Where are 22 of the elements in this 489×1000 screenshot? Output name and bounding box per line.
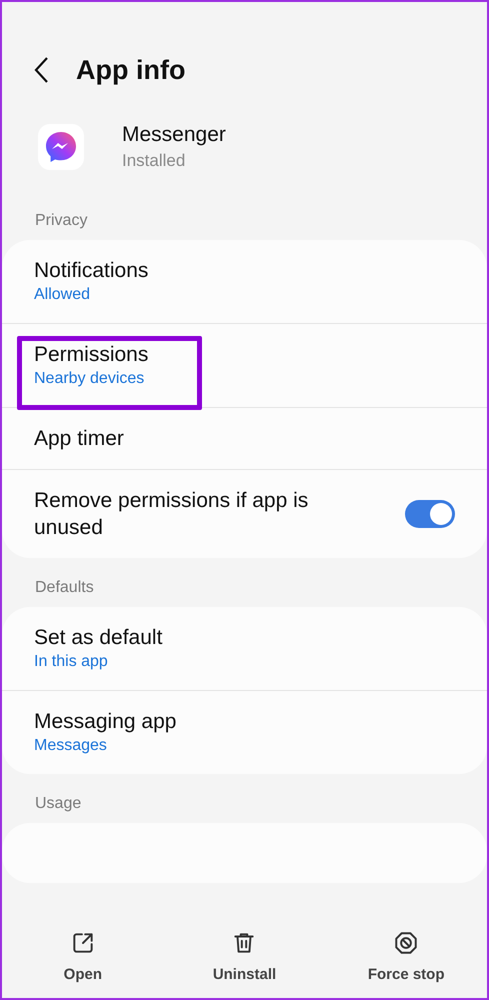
- app-name: Messenger: [122, 122, 226, 148]
- setting-title[interactable]: Messaging app: [34, 708, 176, 734]
- setting-value: In this app: [34, 652, 109, 672]
- app-status: Installed: [122, 150, 186, 172]
- page-title: App info: [76, 54, 186, 87]
- setting-value: Nearby devices: [34, 368, 146, 388]
- setting-value: Messages: [34, 736, 108, 756]
- section-label: Usage: [34, 794, 82, 814]
- action-button[interactable]: Uninstall: [164, 930, 326, 986]
- setting-title[interactable]: Permissions: [34, 340, 148, 368]
- setting-value: Allowed: [34, 284, 92, 304]
- action-button[interactable]: Open: [2, 930, 164, 986]
- messenger-app-icon: [38, 124, 84, 170]
- setting-title[interactable]: Remove permissions if app is unused: [34, 486, 364, 540]
- setting-title[interactable]: Set as default: [34, 624, 162, 650]
- setting-title[interactable]: App timer: [34, 424, 124, 452]
- setting-title[interactable]: Notifications: [34, 256, 148, 284]
- toggle-switch[interactable]: [405, 500, 455, 528]
- stop-icon: [393, 930, 420, 956]
- section-label: Privacy: [34, 210, 88, 230]
- action-button[interactable]: Force stop: [325, 930, 487, 986]
- section-label: Defaults: [34, 578, 95, 598]
